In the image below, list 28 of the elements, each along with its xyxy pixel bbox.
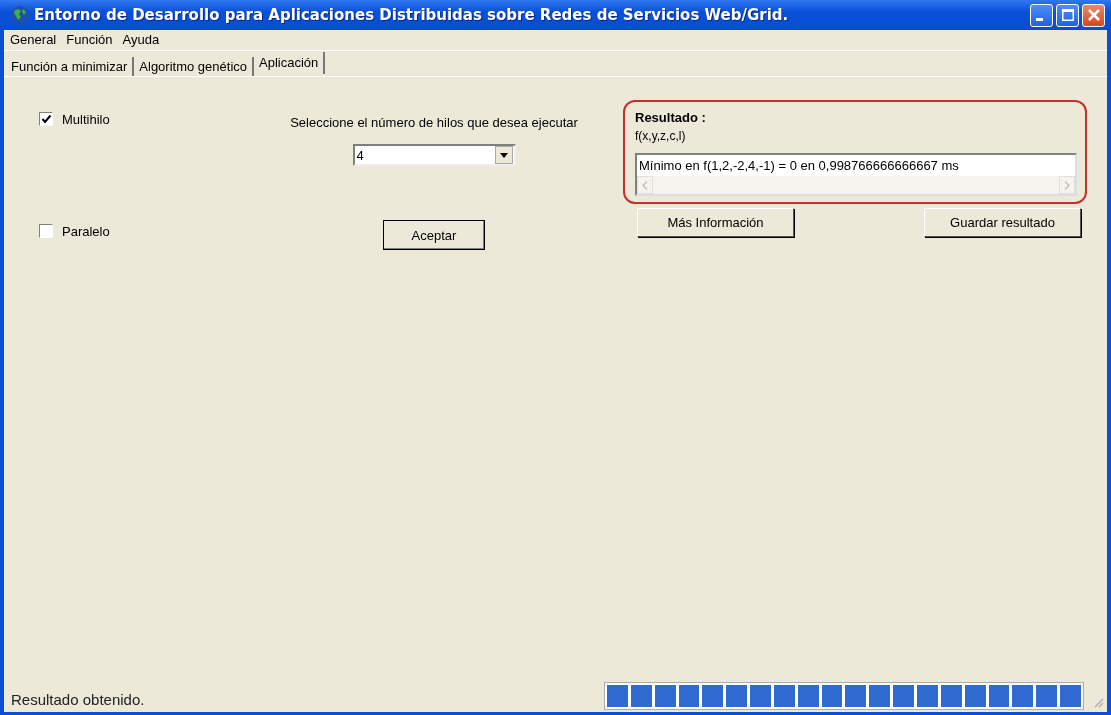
result-button[interactable]: Guardar resultado: [924, 208, 1081, 237]
close-button[interactable]: [1082, 3, 1105, 27]
window-title: Entorno de Desarrollo para Aplicaciones Distribuidas sobre Redes de Servicios Web/Grid.: [34, 6, 790, 24]
checkbox[interactable]: Paralelo: [39, 221, 249, 241]
minimize-button[interactable]: [1030, 3, 1053, 27]
checkbox-label: Multihilo: [62, 111, 110, 127]
checkbox-box[interactable]: [39, 224, 53, 238]
result-field[interactable]: Mínimo en f(1,2,-2,4,-1) = 0 en 0,998766666666667 ms: [635, 153, 1077, 196]
maximize-icon[interactable]: [1061, 9, 1074, 21]
tab[interactable]: Función a minimizar: [6, 57, 135, 76]
checkbox-label: Paralelo: [62, 223, 110, 239]
minimize-icon[interactable]: [1035, 17, 1043, 21]
menu-item[interactable]: Ayuda: [122, 32, 160, 48]
function-label: f(x,y,z,c,l): [635, 129, 687, 143]
resize-grip-icon[interactable]: [1092, 696, 1104, 708]
status-text: Resultado obtenido.: [11, 691, 146, 710]
checkbox-box[interactable]: [39, 112, 53, 126]
maximize-button[interactable]: [1056, 3, 1079, 27]
result-title: Resultado :: [635, 110, 707, 125]
threads-dropdown[interactable]: 4: [352, 144, 516, 166]
globe-icon: [10, 5, 30, 25]
checkbox[interactable]: Multihilo: [39, 109, 249, 129]
threads-label: Seleccione el número de hilos que desea ejecutar: [290, 115, 578, 130]
result-button[interactable]: Más Información: [637, 208, 794, 237]
accept-button[interactable]: Aceptar: [383, 220, 485, 250]
close-icon[interactable]: [1087, 9, 1100, 21]
menu-item[interactable]: Función: [66, 32, 113, 48]
menu-item[interactable]: General: [10, 32, 57, 48]
